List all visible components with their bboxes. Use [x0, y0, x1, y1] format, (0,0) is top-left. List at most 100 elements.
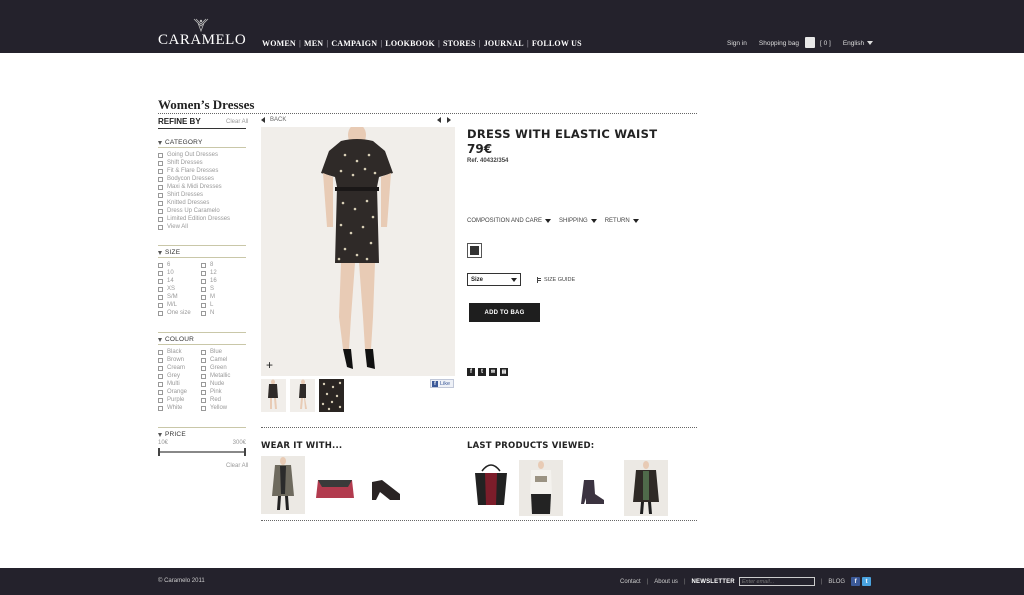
recently-viewed-product[interactable]: [576, 478, 608, 506]
checkbox[interactable]: [201, 381, 206, 387]
colour-option[interactable]: Grey: [158, 372, 187, 380]
checkbox[interactable]: [158, 389, 163, 395]
return-toggle[interactable]: RETURN: [605, 218, 639, 224]
checkbox[interactable]: [158, 192, 163, 198]
checkbox[interactable]: [201, 389, 206, 395]
shipping-toggle[interactable]: SHIPPING: [559, 218, 597, 224]
category-option[interactable]: Knitted Dresses: [158, 199, 230, 207]
product-thumbnail[interactable]: [290, 379, 315, 412]
facebook-like-button[interactable]: f Like: [430, 379, 454, 388]
clear-all-link[interactable]: Clear All: [226, 119, 248, 125]
print-icon[interactable]: ▤: [500, 368, 508, 376]
sign-in-link[interactable]: Sign in: [727, 40, 747, 47]
category-option[interactable]: View All: [158, 223, 230, 231]
checkbox[interactable]: [158, 357, 163, 363]
facebook-icon[interactable]: f: [851, 577, 861, 586]
checkbox[interactable]: [158, 262, 163, 268]
size-option[interactable]: 10: [158, 269, 191, 277]
composition-care-toggle[interactable]: COMPOSITION AND CARE: [467, 218, 552, 224]
checkbox[interactable]: [158, 200, 163, 206]
colour-option[interactable]: Metallic: [201, 372, 230, 380]
nav-campaign[interactable]: CAMPAIGN: [331, 39, 377, 48]
category-option[interactable]: Bodycon Dresses: [158, 175, 230, 183]
size-option[interactable]: S/M: [158, 293, 191, 301]
colour-option[interactable]: Multi: [158, 380, 187, 388]
category-option[interactable]: Dress Up Caramelo: [158, 207, 230, 215]
colour-swatch[interactable]: [467, 243, 482, 258]
checkbox[interactable]: [158, 349, 163, 355]
checkbox[interactable]: [201, 262, 206, 268]
checkbox[interactable]: [201, 302, 206, 308]
recommended-product[interactable]: [261, 456, 305, 514]
size-option[interactable]: 16: [201, 277, 217, 285]
product-thumbnail[interactable]: [261, 379, 286, 412]
size-option[interactable]: M/L: [158, 301, 191, 309]
colour-option[interactable]: Brown: [158, 356, 187, 364]
checkbox[interactable]: [201, 294, 206, 300]
size-option[interactable]: M: [201, 293, 217, 301]
product-thumbnail[interactable]: [319, 379, 344, 412]
checkbox[interactable]: [201, 357, 206, 363]
checkbox[interactable]: [158, 310, 163, 316]
shopping-bag-link[interactable]: Shopping bag: [759, 40, 799, 47]
category-filter-heading[interactable]: CATEGORY: [158, 139, 202, 146]
colour-option[interactable]: Blue: [201, 348, 230, 356]
about-us-link[interactable]: About us: [654, 579, 678, 585]
checkbox[interactable]: [158, 302, 163, 308]
recently-viewed-product[interactable]: [470, 459, 512, 507]
category-option[interactable]: Maxi & Midi Dresses: [158, 183, 230, 191]
checkbox[interactable]: [201, 373, 206, 379]
checkbox[interactable]: [201, 349, 206, 355]
checkbox[interactable]: [158, 184, 163, 190]
checkbox[interactable]: [158, 381, 163, 387]
checkbox[interactable]: [201, 397, 206, 403]
price-slider[interactable]: [158, 448, 246, 456]
size-option[interactable]: S: [201, 285, 217, 293]
colour-option[interactable]: Black: [158, 348, 187, 356]
next-product-icon[interactable]: [447, 117, 451, 123]
checkbox[interactable]: [201, 286, 206, 292]
colour-option[interactable]: Pink: [201, 388, 230, 396]
colour-option[interactable]: Camel: [201, 356, 230, 364]
category-option[interactable]: Shirt Dresses: [158, 191, 230, 199]
twitter-icon[interactable]: t: [862, 577, 872, 586]
checkbox[interactable]: [158, 397, 163, 403]
checkbox[interactable]: [201, 270, 206, 276]
size-filter-heading[interactable]: SIZE: [158, 249, 180, 256]
newsletter-email-input[interactable]: [738, 577, 815, 586]
size-option[interactable]: XS: [158, 285, 191, 293]
slider-handle-min[interactable]: [158, 448, 160, 456]
checkbox[interactable]: [158, 208, 163, 214]
colour-option[interactable]: Purple: [158, 396, 187, 404]
size-dropdown[interactable]: Size: [467, 273, 521, 286]
size-option[interactable]: 8: [201, 261, 217, 269]
add-to-bag-button[interactable]: ADD TO BAG: [469, 303, 540, 322]
colour-option[interactable]: Yellow: [201, 404, 230, 412]
recently-viewed-product[interactable]: [624, 460, 668, 516]
blog-link[interactable]: BLOG: [828, 579, 845, 585]
checkbox[interactable]: [158, 286, 163, 292]
colour-option[interactable]: Red: [201, 396, 230, 404]
checkbox[interactable]: [201, 278, 206, 284]
checkbox[interactable]: [201, 405, 206, 411]
category-option[interactable]: Fit & Flare Dresses: [158, 167, 230, 175]
email-share-icon[interactable]: ✉: [489, 368, 497, 376]
size-option[interactable]: N: [201, 309, 217, 317]
twitter-share-icon[interactable]: t: [478, 368, 486, 376]
checkbox[interactable]: [158, 373, 163, 379]
size-option[interactable]: 14: [158, 277, 191, 285]
size-option[interactable]: 6: [158, 261, 191, 269]
colour-option[interactable]: Green: [201, 364, 230, 372]
colour-option[interactable]: Nude: [201, 380, 230, 388]
nav-men[interactable]: MEN: [304, 39, 323, 48]
colour-filter-heading[interactable]: COLOUR: [158, 336, 194, 343]
nav-journal[interactable]: JOURNAL: [484, 39, 524, 48]
back-link[interactable]: BACK: [261, 117, 286, 123]
checkbox[interactable]: [158, 294, 163, 300]
nav-women[interactable]: WOMEN: [262, 39, 296, 48]
size-option[interactable]: 12: [201, 269, 217, 277]
zoom-plus-icon[interactable]: +: [266, 359, 273, 371]
shopping-bag-icon[interactable]: [805, 37, 815, 48]
language-selector[interactable]: English: [843, 40, 874, 47]
size-option[interactable]: L: [201, 301, 217, 309]
